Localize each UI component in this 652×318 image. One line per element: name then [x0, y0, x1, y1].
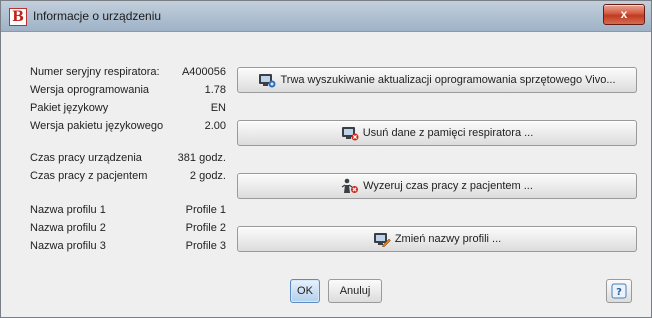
firmware-version-value: 1.78 [204, 84, 226, 96]
reset-patient-time-button[interactable]: Wyzeruj czas pracy z pacjentem ... [237, 173, 637, 199]
device-hours-label: Czas pracy urządzenia [30, 152, 142, 164]
delete-data-label: Usuń dane z pamięci respiratora ... [362, 127, 534, 139]
serial-row: Numer seryjny respiratora: A400056 [30, 66, 226, 82]
patient-hours-row: Czas pracy z pacjentem 2 godz. [30, 170, 226, 186]
device-info-dialog: B Informacje o urządzeniu x Numer seryjn… [0, 0, 652, 318]
serial-value: A400056 [181, 66, 226, 78]
serial-label: Numer seryjny respiratora: [30, 66, 160, 78]
patient-hours-label: Czas pracy z pacjentem [30, 170, 148, 182]
firmware-update-label: Trwa wyszukiwanie aktualizacji oprogramo… [280, 74, 616, 86]
profile2-value: Profile 2 [185, 222, 226, 234]
device-delete-icon [341, 127, 359, 141]
firmware-version-label: Wersja oprogramowania [30, 84, 150, 96]
language-pack-label: Pakiet językowy [30, 102, 109, 114]
profile3-row: Nazwa profilu 3 Profile 3 [30, 240, 226, 256]
device-update-icon [259, 74, 276, 88]
ok-button[interactable]: OK [290, 279, 320, 303]
language-pack-value: EN [210, 102, 226, 114]
device-hours-row: Czas pracy urządzenia 381 godz. [30, 152, 226, 168]
profile1-label: Nazwa profilu 1 [30, 204, 106, 216]
dialog-content: Numer seryjny respiratora: A400056 Wersj… [1, 32, 651, 317]
firmware-version-row: Wersja oprogramowania 1.78 [30, 84, 226, 100]
close-button[interactable]: x [603, 4, 645, 25]
patient-reset-icon [341, 178, 359, 193]
title-bar[interactable]: B Informacje o urządzeniu x [1, 1, 651, 32]
help-glyph: ? [616, 287, 622, 298]
rename-profiles-label: Zmień nazwy profili ... [394, 233, 502, 245]
profile2-label: Nazwa profilu 2 [30, 222, 106, 234]
reset-patient-time-label: Wyzeruj czas pracy z pacjentem ... [363, 180, 533, 192]
help-icon: ? [611, 283, 627, 299]
profile1-value: Profile 1 [185, 204, 226, 216]
patient-hours-value: 2 godz. [189, 170, 226, 182]
language-pack-version-row: Wersja pakietu językowego 2.00 [30, 120, 226, 136]
delete-data-button[interactable]: Usuń dane z pamięci respiratora ... [237, 120, 637, 146]
language-pack-row: Pakiet językowy EN [30, 102, 226, 118]
cancel-button[interactable]: Anuluj [328, 279, 382, 303]
language-pack-version-label: Wersja pakietu językowego [30, 120, 164, 132]
language-pack-version-value: 2.00 [204, 120, 226, 132]
firmware-update-button[interactable]: Trwa wyszukiwanie aktualizacji oprogramo… [237, 67, 637, 93]
dialog-title: Informacje o urządzeniu [33, 9, 162, 23]
app-logo-icon: B [9, 8, 27, 26]
help-button[interactable]: ? [606, 279, 632, 303]
profile2-row: Nazwa profilu 2 Profile 2 [30, 222, 226, 238]
device-edit-icon [373, 233, 391, 247]
device-hours-value: 381 godz. [177, 152, 226, 164]
profile3-label: Nazwa profilu 3 [30, 240, 106, 252]
profile1-row: Nazwa profilu 1 Profile 1 [30, 204, 226, 220]
rename-profiles-button[interactable]: Zmień nazwy profili ... [237, 226, 637, 252]
profile3-value: Profile 3 [185, 240, 226, 252]
